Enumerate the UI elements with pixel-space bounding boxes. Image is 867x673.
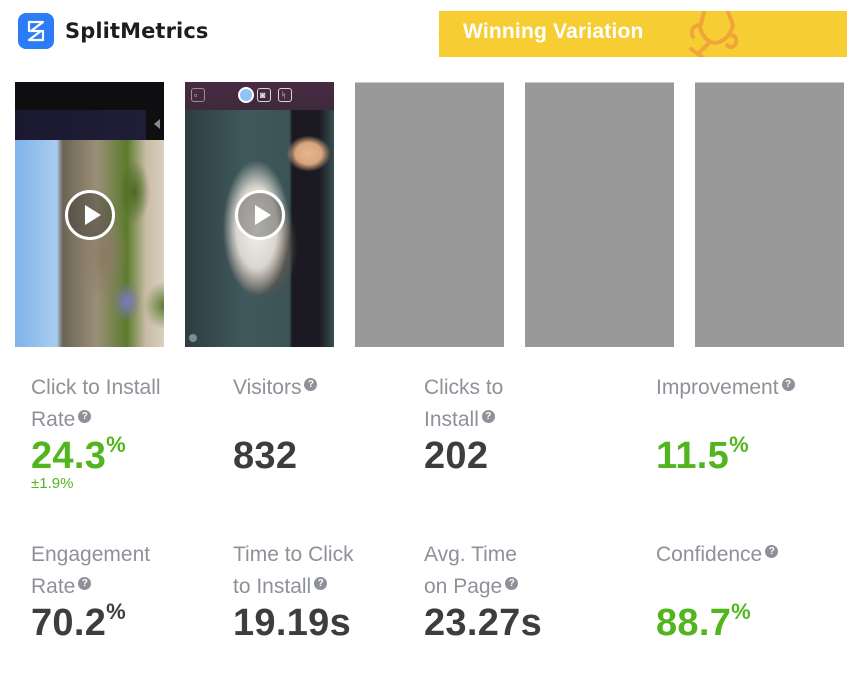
help-icon[interactable]: ?	[781, 378, 795, 391]
help-icon[interactable]: ?	[78, 577, 92, 590]
video-topbar	[15, 82, 164, 110]
metric-value: 70.2%	[31, 599, 127, 644]
help-icon[interactable]: ?	[78, 410, 92, 423]
flash-icon[interactable]: ᛋ	[278, 88, 292, 102]
ribbon-notch	[417, 11, 439, 57]
variations-row: ▫ ◙ ᛋ	[15, 82, 844, 347]
metric-label: Avg. Time on Page?	[424, 543, 519, 598]
help-icon[interactable]: ?	[304, 378, 318, 391]
metric-label: Clicks to Install?	[424, 376, 504, 431]
record-button-icon[interactable]	[238, 87, 254, 103]
flip-camera-icon[interactable]: ◙	[257, 88, 271, 102]
play-icon[interactable]	[235, 190, 285, 240]
metric-value: 24.3%	[31, 432, 127, 477]
video-header-band	[15, 110, 146, 140]
help-icon[interactable]: ?	[765, 545, 779, 558]
house-thumbnail	[15, 140, 164, 347]
winning-variation-badge: Winning Variation	[417, 11, 847, 57]
variation-4-placeholder	[525, 82, 674, 347]
brand-logo[interactable]: SplitMetrics	[18, 13, 208, 49]
metric-label: Confidence?	[656, 539, 846, 603]
metric-click-to-install-rate: Click to Install Rate? 24.3% ±1.9%	[31, 372, 221, 492]
metric-label: Improvement?	[656, 372, 846, 436]
metric-improvement: Improvement? 11.5%	[656, 372, 846, 476]
play-icon[interactable]	[65, 190, 115, 240]
metric-avg-time-on-page: Avg. Time on Page? 23.27s	[424, 539, 614, 643]
variation-3-placeholder	[355, 82, 504, 347]
metric-visitors: Visitors? 832	[233, 372, 423, 476]
metric-value: 202	[424, 435, 489, 477]
metric-value: 832	[233, 435, 298, 477]
splitmetrics-logo-icon	[18, 13, 54, 49]
collapse-arrow-icon[interactable]	[154, 119, 160, 129]
metric-time-to-click-to-install: Time to Click to Install? 19.19s	[233, 539, 423, 643]
camera-toolbar: ▫ ◙ ᛋ	[185, 82, 334, 110]
winning-variation-label: Winning Variation	[463, 20, 644, 43]
settings-dot-icon[interactable]	[189, 334, 197, 342]
metric-confidence: Confidence? 88.7%	[656, 539, 846, 643]
metric-engagement-rate: Engagement Rate? 70.2%	[31, 539, 221, 643]
variation-1-video[interactable]	[15, 82, 164, 347]
metric-value: 11.5%	[656, 432, 749, 477]
camera-mode-icon[interactable]: ▫	[191, 88, 205, 102]
metric-label: Click to Install Rate?	[31, 376, 161, 431]
metric-value: 19.19s	[233, 602, 352, 644]
help-icon[interactable]: ?	[481, 410, 495, 423]
margin-of-error: ±1.9%	[31, 475, 74, 492]
variation-2-video[interactable]: ▫ ◙ ᛋ	[185, 82, 334, 347]
help-icon[interactable]: ?	[505, 577, 519, 590]
metric-clicks-to-install: Clicks to Install? 202	[424, 372, 614, 476]
brand-name: SplitMetrics	[65, 19, 209, 43]
trophy-icon	[685, 11, 745, 57]
metric-value: 88.7%	[656, 599, 752, 644]
help-icon[interactable]: ?	[314, 577, 328, 590]
metric-label: Time to Click to Install?	[233, 543, 354, 598]
metric-label: Engagement Rate?	[31, 543, 151, 598]
variation-5-placeholder	[695, 82, 844, 347]
metric-label: Visitors?	[233, 372, 423, 436]
metric-value: 23.27s	[424, 602, 543, 644]
